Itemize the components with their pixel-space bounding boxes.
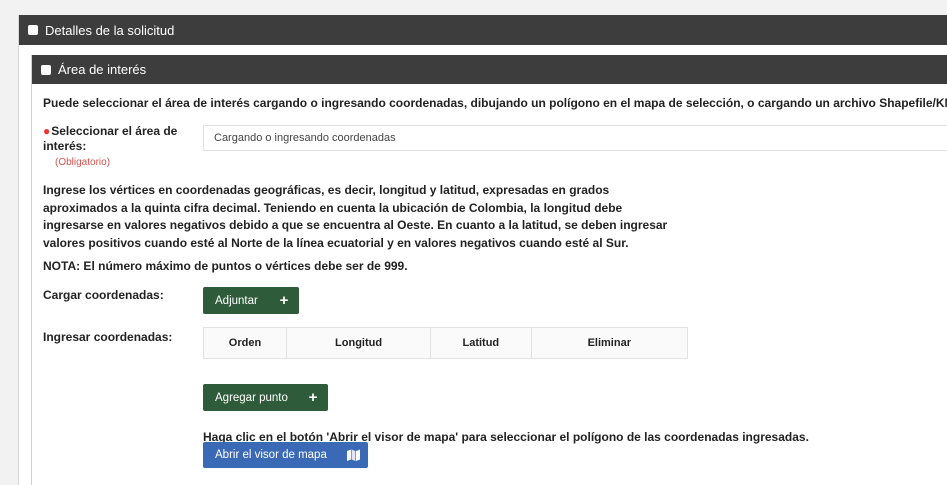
collapse-checkbox-icon[interactable] bbox=[28, 25, 38, 35]
select-area-label-line1: Seleccionar el área de bbox=[51, 124, 178, 138]
column-header-latitude: Latitud bbox=[430, 327, 532, 359]
column-header-longitude: Longitud bbox=[286, 327, 432, 359]
select-area-label: ●Seleccionar el área de interés: bbox=[43, 124, 198, 154]
map-icon bbox=[338, 449, 368, 461]
coordinate-instructions: Ingrese los vértices en coordenadas geog… bbox=[43, 183, 668, 250]
area-of-interest-panel: Área de interés Puede seleccionar el áre… bbox=[31, 55, 947, 485]
attach-button-label: Adjuntar bbox=[215, 294, 258, 307]
add-point-button-label: Agregar punto bbox=[215, 391, 288, 404]
collapse-checkbox-icon[interactable] bbox=[41, 64, 51, 75]
plus-icon: + bbox=[279, 292, 289, 309]
area-of-interest-title: Área de interés bbox=[58, 62, 147, 77]
coordinates-table: Orden Longitud Latitud Eliminar bbox=[202, 327, 689, 359]
add-point-button[interactable]: Agregar punto + bbox=[203, 384, 328, 411]
intro-text: Puede seleccionar el área de interés car… bbox=[43, 96, 947, 110]
select-area-dropdown[interactable]: Cargando o ingresando coordenadas bbox=[203, 125, 947, 151]
required-dot-icon: ● bbox=[43, 124, 51, 138]
table-header-row: Orden Longitud Latitud Eliminar bbox=[202, 327, 689, 359]
column-header-order: Orden bbox=[202, 327, 288, 359]
area-of-interest-header[interactable]: Área de interés bbox=[32, 55, 947, 84]
column-header-delete: Eliminar bbox=[530, 327, 689, 359]
request-details-title: Detalles de la solicitud bbox=[45, 22, 175, 38]
open-map-viewer-button[interactable]: Abrir el visor de mapa bbox=[203, 442, 368, 468]
enter-coordinates-label: Ingresar coordenadas: bbox=[43, 330, 173, 344]
upload-coordinates-label: Cargar coordenadas: bbox=[43, 288, 164, 302]
open-map-viewer-label: Abrir el visor de mapa bbox=[215, 449, 327, 461]
request-details-header[interactable]: Detalles de la solicitud bbox=[19, 15, 947, 45]
attach-button[interactable]: Adjuntar + bbox=[203, 287, 299, 314]
request-details-panel: Detalles de la solicitud Área de interés… bbox=[18, 15, 947, 485]
plus-icon: + bbox=[308, 389, 318, 406]
select-area-label-line2: interés: bbox=[43, 139, 87, 153]
required-note: (Obligatorio) bbox=[55, 157, 111, 168]
max-points-note: NOTA: El número máximo de puntos o vérti… bbox=[43, 259, 408, 273]
select-area-value: Cargando o ingresando coordenadas bbox=[214, 132, 396, 144]
